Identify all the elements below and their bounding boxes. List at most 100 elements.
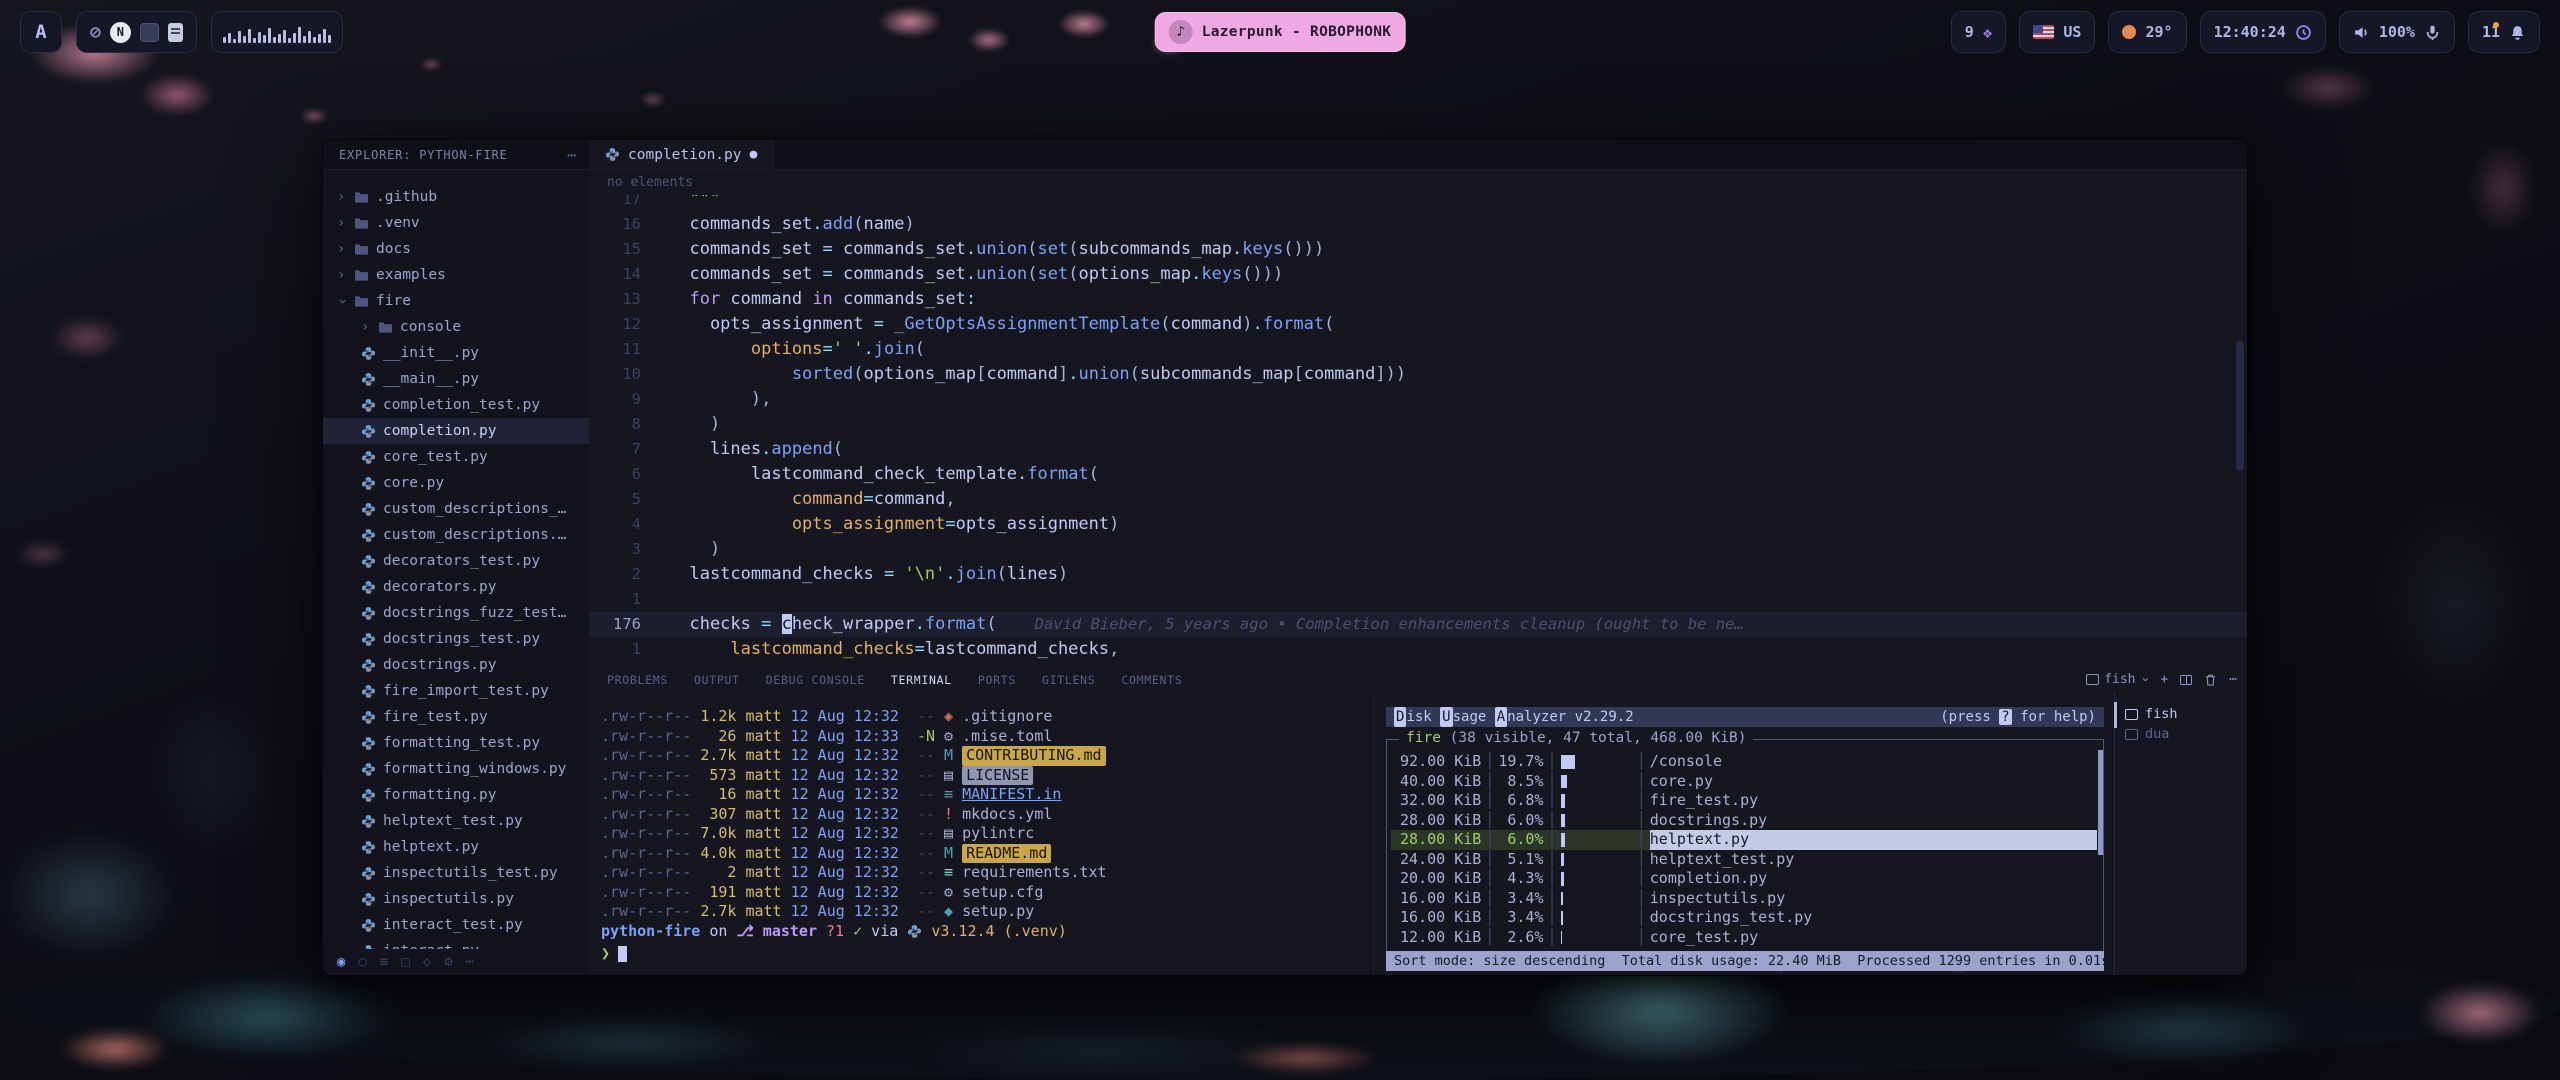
- tree-file[interactable]: __init__.py: [323, 340, 589, 366]
- code-line[interactable]: 6 lastcommand_check_template.format(: [589, 462, 2247, 487]
- tree-folder[interactable]: ›fire: [323, 288, 589, 314]
- tree-file[interactable]: interact_test.py: [323, 912, 589, 938]
- editor[interactable]: no elements 17 """16 commands_set.add(na…: [589, 171, 2247, 666]
- panel-tab-ports[interactable]: PORTS: [978, 673, 1016, 687]
- tree-file[interactable]: decorators.py: [323, 574, 589, 600]
- code-line[interactable]: 14 commands_set = commands_set.union(set…: [589, 262, 2247, 287]
- notes-app-icon[interactable]: [168, 23, 183, 42]
- dua-row[interactable]: 92.00 KiB│19.7%││/console: [1391, 752, 2097, 772]
- weather-widget[interactable]: 29°: [2108, 11, 2186, 53]
- panel-more-icon[interactable]: ⋯: [2229, 672, 2237, 687]
- code-line[interactable]: 10 sorted(options_map[command].union(sub…: [589, 362, 2247, 387]
- tree-file[interactable]: docstrings_fuzz_test.py: [323, 600, 589, 626]
- dua-row[interactable]: 24.00 KiB│5.1%││helptext_test.py: [1391, 850, 2097, 870]
- modified-dot-icon[interactable]: ●: [750, 147, 758, 162]
- keyboard-layout-widget[interactable]: US: [2019, 11, 2095, 53]
- shell-selector[interactable]: fish ›: [2086, 672, 2148, 687]
- code-line[interactable]: 12 opts_assignment = _GetOptsAssignmentT…: [589, 312, 2247, 337]
- code-line[interactable]: 5 command=command,: [589, 487, 2247, 512]
- panel-tab-terminal[interactable]: TERMINAL: [891, 673, 952, 687]
- code-line[interactable]: 1: [589, 587, 2247, 612]
- workspace-widget[interactable]: 9 ❖: [1951, 11, 2007, 53]
- dua-row[interactable]: 16.00 KiB│3.4%││inspectutils.py: [1391, 889, 2097, 909]
- code-line[interactable]: 16 commands_set.add(name): [589, 212, 2247, 237]
- panel-tab-debug-console[interactable]: DEBUG CONSOLE: [766, 673, 865, 687]
- prompt-cursor-line[interactable]: ❯: [601, 944, 627, 963]
- tree-file[interactable]: core_test.py: [323, 444, 589, 470]
- tree-file[interactable]: completion.py: [323, 418, 589, 444]
- new-terminal-button[interactable]: +: [2160, 672, 2168, 687]
- panel-tab-gitlens[interactable]: GITLENS: [1042, 673, 1095, 687]
- tree-folder[interactable]: ›.github: [323, 184, 589, 210]
- terminal-session-fish[interactable]: fish: [2125, 704, 2247, 724]
- breadcrumb[interactable]: no elements: [589, 171, 2247, 195]
- tree-folder[interactable]: ›console: [323, 314, 589, 340]
- more-icon[interactable]: ⋯: [466, 954, 474, 970]
- tree-file[interactable]: helptext_test.py: [323, 808, 589, 834]
- code-line[interactable]: 15 commands_set = commands_set.union(set…: [589, 237, 2247, 262]
- tree-file[interactable]: interact.py: [323, 938, 589, 949]
- dua-row[interactable]: 16.00 KiB│3.4%││docstrings_test.py: [1391, 908, 2097, 928]
- sessions-scrollbar[interactable]: [2114, 702, 2117, 728]
- clock-widget[interactable]: 12:40:24: [2200, 11, 2326, 53]
- tree-file[interactable]: docstrings_test.py: [323, 626, 589, 652]
- code-line[interactable]: 2 lastcommand_checks = '\n'.join(lines): [589, 562, 2247, 587]
- tree-file[interactable]: inspectutils.py: [323, 886, 589, 912]
- tree-file[interactable]: fire_test.py: [323, 704, 589, 730]
- kill-terminal-icon[interactable]: [2204, 673, 2217, 687]
- code-line[interactable]: 7 lines.append(: [589, 437, 2247, 462]
- box-icon[interactable]: □: [401, 954, 409, 970]
- terminal-session-dua[interactable]: dua: [2125, 724, 2247, 744]
- tree-file[interactable]: formatting_windows.py: [323, 756, 589, 782]
- dua-scrollbar[interactable]: [2098, 750, 2103, 855]
- dua-row[interactable]: 28.00 KiB│6.0%││docstrings.py: [1391, 811, 2097, 831]
- code-line[interactable]: 176 checks = check_wrapper.format(David …: [589, 612, 2247, 637]
- music-widget[interactable]: ♪ Lazerpunk - ROBOPHONK: [1155, 12, 1406, 52]
- tree-file[interactable]: completion_test.py: [323, 392, 589, 418]
- code-line[interactable]: 3 ): [589, 537, 2247, 562]
- n-badge-icon[interactable]: N: [110, 22, 131, 43]
- tree-file[interactable]: docstrings.py: [323, 652, 589, 678]
- tab-completion-py[interactable]: completion.py ●: [589, 140, 774, 169]
- split-terminal-icon[interactable]: [2180, 675, 2192, 685]
- terminal-app-icon[interactable]: [140, 23, 159, 42]
- tree-file[interactable]: inspectutils_test.py: [323, 860, 589, 886]
- dua-pane[interactable]: Disk Usage Analyzer v2.29.2(press ? for …: [1373, 692, 2114, 975]
- branch-icon[interactable]: ◇: [423, 954, 431, 970]
- gear-icon[interactable]: ⚙: [444, 954, 452, 970]
- app-launcher-button[interactable]: A: [20, 11, 62, 53]
- code-area[interactable]: 17 """16 commands_set.add(name)15 comman…: [589, 195, 2247, 666]
- tree-file[interactable]: __main__.py: [323, 366, 589, 392]
- dua-row[interactable]: 40.00 KiB│8.5%││core.py: [1391, 772, 2097, 792]
- volume-widget[interactable]: 100%: [2339, 11, 2455, 53]
- code-line[interactable]: 13 for command in commands_set:: [589, 287, 2247, 312]
- audio-visualizer[interactable]: [211, 11, 343, 53]
- dua-row[interactable]: 28.00 KiB│6.0%││helptext.py: [1391, 830, 2097, 850]
- dua-row[interactable]: 32.00 KiB│6.8%││fire_test.py: [1391, 791, 2097, 811]
- code-line[interactable]: 17 """: [589, 195, 2247, 212]
- code-line[interactable]: 11 options=' '.join(: [589, 337, 2247, 362]
- list-icon[interactable]: ≡: [380, 954, 388, 970]
- code-line[interactable]: 1 lastcommand_checks=lastcommand_checks,: [589, 637, 2247, 662]
- tree-folder[interactable]: ›examples: [323, 262, 589, 288]
- terminal-pane[interactable]: .rw-r--r--1.2kmatt12 Aug 12:32--◈.gitign…: [589, 692, 1373, 975]
- panel-tab-comments[interactable]: COMMENTS: [1121, 673, 1182, 687]
- editor-scrollbar[interactable]: [2236, 341, 2244, 471]
- tree-file[interactable]: custom_descriptions.py: [323, 522, 589, 548]
- tree-folder[interactable]: ›docs: [323, 236, 589, 262]
- dua-row[interactable]: 12.00 KiB│2.6%││core_test.py: [1391, 928, 2097, 948]
- tree-file[interactable]: helptext.py: [323, 834, 589, 860]
- tree-file[interactable]: core.py: [323, 470, 589, 496]
- remote-dot-icon[interactable]: ◉: [337, 954, 345, 970]
- notification-widget[interactable]: 11: [2468, 11, 2540, 53]
- more-actions-icon[interactable]: ⋯: [567, 146, 577, 164]
- panel-tab-output[interactable]: OUTPUT: [694, 673, 740, 687]
- record-icon[interactable]: ⊘: [90, 22, 101, 43]
- code-line[interactable]: 9 ),: [589, 387, 2247, 412]
- tree-file[interactable]: fire_import_test.py: [323, 678, 589, 704]
- tree-file[interactable]: decorators_test.py: [323, 548, 589, 574]
- tree-file[interactable]: formatting_test.py: [323, 730, 589, 756]
- tree-file[interactable]: formatting.py: [323, 782, 589, 808]
- dua-row[interactable]: 20.00 KiB│4.3%││completion.py: [1391, 869, 2097, 889]
- tree-file[interactable]: custom_descriptions_test.py: [323, 496, 589, 522]
